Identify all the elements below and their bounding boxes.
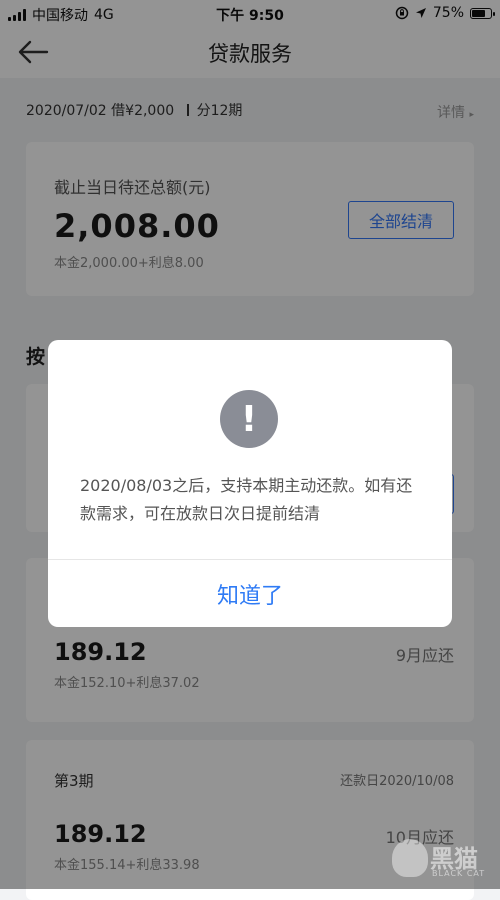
got-it-button[interactable]: 知道了	[48, 560, 452, 627]
watermark-logo: 黑猫 BLACK CAT	[392, 837, 496, 883]
alert-dialog: ! 2020/08/03之后，支持本期主动还款。如有还款需求，可在放款日次日提前…	[48, 340, 452, 627]
cat-logo-icon	[392, 839, 428, 877]
dialog-message: 2020/08/03之后，支持本期主动还款。如有还款需求，可在放款日次日提前结清	[80, 476, 413, 523]
exclamation-icon: !	[220, 390, 278, 448]
watermark-subtext: BLACK CAT	[432, 869, 486, 878]
